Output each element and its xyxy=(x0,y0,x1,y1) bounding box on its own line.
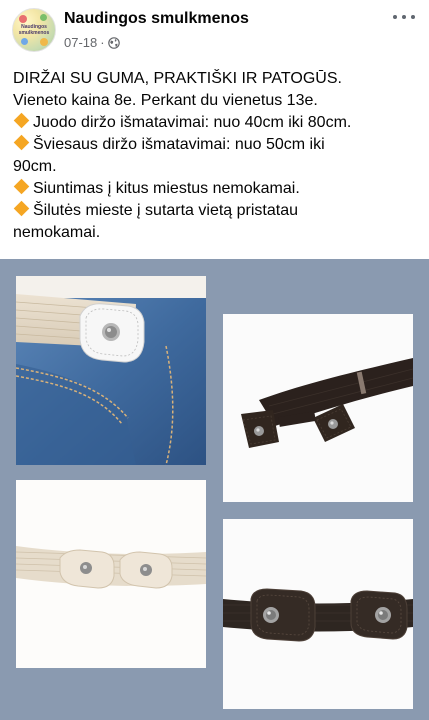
orange-diamond-icon xyxy=(13,178,30,195)
beige-belt-on-jeans-image xyxy=(16,276,206,465)
post-bullet-text: Juodo diržo išmatavimai: nuo 40cm iki 80… xyxy=(33,114,352,131)
post-bullet-item: Šilutės mieste į sutarta vietą pristatau xyxy=(13,200,417,222)
black-belt-closeup-image xyxy=(223,519,413,709)
post-date[interactable]: 07-18 xyxy=(64,35,97,50)
post-bullet-text: Šviesaus diržo išmatavimai: nuo 50cm iki xyxy=(33,136,325,153)
post-text: DIRŽAI SU GUMA, PRAKTIŠKI IR PATOGŪS. Vi… xyxy=(13,68,417,244)
more-horizontal-icon[interactable] xyxy=(393,10,415,24)
post-text-line: 90cm. xyxy=(13,158,57,175)
black-belt-image xyxy=(223,314,413,502)
black-belt-closeup-photo[interactable] xyxy=(223,519,413,709)
post-bullet-item: Juodo diržo išmatavimai: nuo 40cm iki 80… xyxy=(13,112,417,134)
page-name-link[interactable]: Naudingos smulkmenos xyxy=(64,10,249,28)
post-header: Naudingos smulkmenos Naudingos smulkmeno… xyxy=(0,0,429,60)
more-dot xyxy=(411,15,415,19)
beige-belt-closeup-photo[interactable] xyxy=(16,480,206,668)
facebook-post: Naudingos smulkmenos Naudingos smulkmeno… xyxy=(0,0,429,720)
photo-grid xyxy=(0,259,429,720)
orange-diamond-icon xyxy=(13,134,30,151)
black-belt-photo[interactable] xyxy=(223,314,413,502)
post-text-line: DIRŽAI SU GUMA, PRAKTIŠKI IR PATOGŪS. xyxy=(13,70,342,87)
post-meta: 07-18 · xyxy=(64,35,120,50)
post-text-line: nemokamai. xyxy=(13,224,101,241)
post-text-line: Vieneto kaina 8e. Perkant du vienetus 13… xyxy=(13,92,318,109)
avatar-flower-decoration xyxy=(40,38,48,46)
beige-belt-on-jeans-photo[interactable] xyxy=(16,276,206,465)
avatar-flower-decoration xyxy=(21,38,28,45)
meta-separator: · xyxy=(100,35,105,50)
more-dot xyxy=(402,15,406,19)
post-bullet-text: Siuntimas į kitus miestus nemokamai. xyxy=(33,180,300,197)
more-dot xyxy=(393,15,397,19)
page-avatar[interactable]: Naudingos smulkmenos xyxy=(12,8,56,52)
avatar-leaf-decoration xyxy=(40,14,47,21)
avatar-logo-text: Naudingos smulkmenos xyxy=(18,24,50,36)
avatar-flower-decoration xyxy=(19,15,27,23)
orange-diamond-icon xyxy=(13,200,30,217)
orange-diamond-icon xyxy=(13,112,30,129)
globe-icon[interactable] xyxy=(107,36,120,49)
post-bullet-text: Šilutės mieste į sutarta vietą pristatau xyxy=(33,202,299,219)
beige-belt-closeup-image xyxy=(16,480,206,668)
post-bullet-item: Siuntimas į kitus miestus nemokamai. xyxy=(13,178,417,200)
post-bullet-item: Šviesaus diržo išmatavimai: nuo 50cm iki xyxy=(13,134,417,156)
